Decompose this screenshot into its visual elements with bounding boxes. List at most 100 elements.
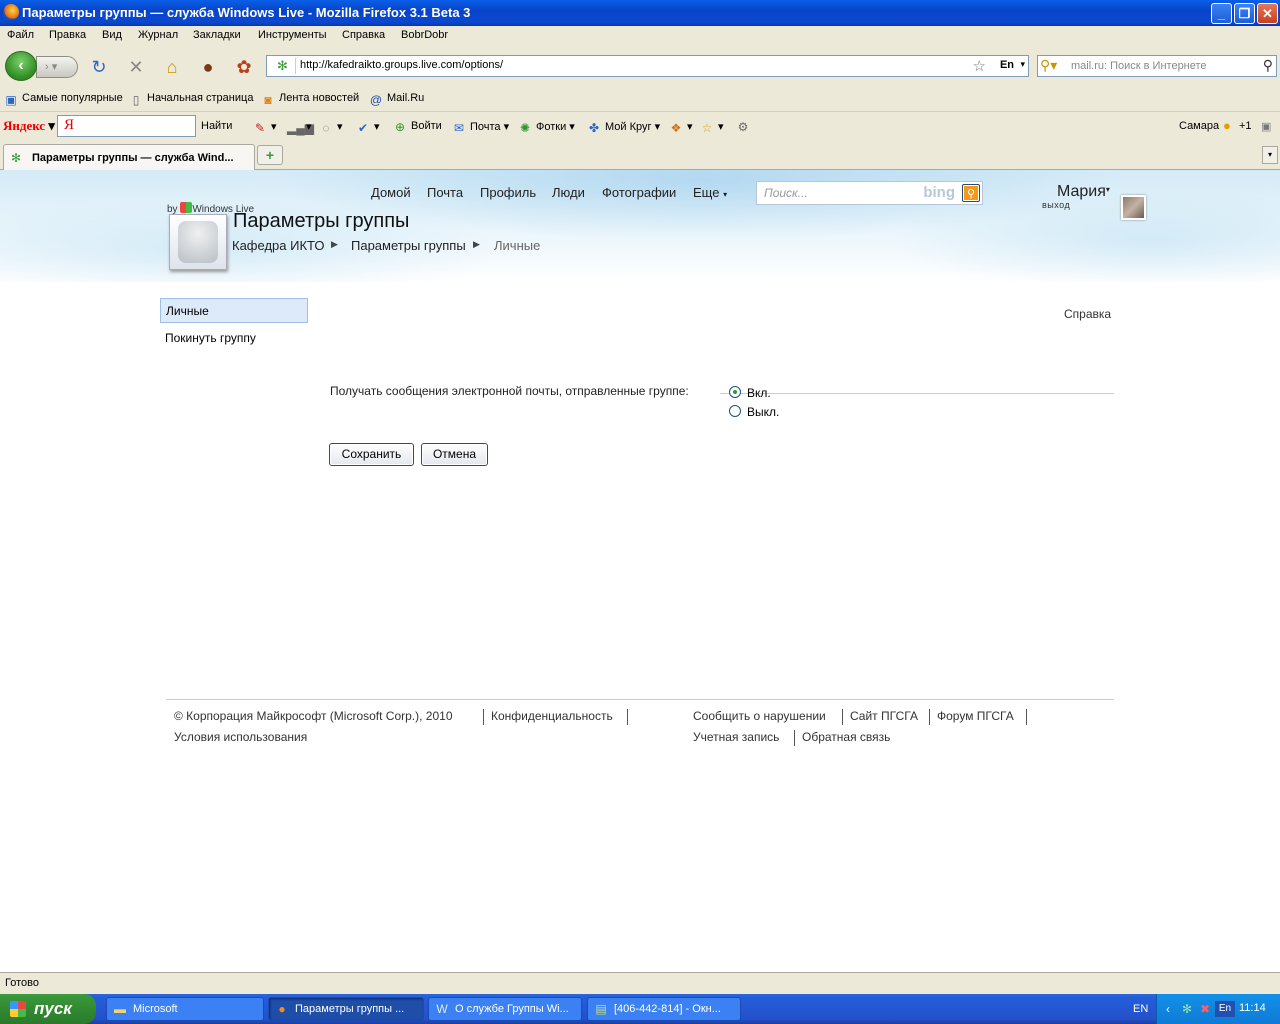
menu-help[interactable]: Справка bbox=[342, 29, 385, 41]
nav-photos[interactable]: Фотографии bbox=[602, 185, 676, 200]
favorites-star-icon[interactable]: ☆ ▾ bbox=[699, 120, 724, 135]
paw-icon[interactable]: ✿ bbox=[233, 56, 255, 78]
search-engine-icon[interactable]: ⚲▾ bbox=[1040, 57, 1068, 75]
input-language-indicator[interactable]: EN bbox=[1133, 1003, 1148, 1015]
yandex-find-button[interactable]: Найти bbox=[201, 120, 232, 132]
bookmark-news-feed[interactable]: ◙ Лента новостей bbox=[261, 92, 359, 107]
bookmark-star-icon[interactable]: ☆ bbox=[973, 57, 986, 75]
settings-gear-icon[interactable]: ⚙ bbox=[735, 120, 754, 134]
url-bar[interactable]: ✻ http://kafedraikto.groups.live.com/opt… bbox=[266, 55, 1029, 77]
mail-label: Почта bbox=[470, 121, 501, 133]
footer-privacy-link[interactable]: Конфиденциальность bbox=[491, 709, 613, 723]
yandex-signal-icon[interactable]: ▂▄▆▾ bbox=[287, 120, 314, 135]
taskbar-item-remote[interactable]: ▤ [406-442-814] - Окн... bbox=[587, 997, 741, 1021]
tab-list-button[interactable]: ▾ bbox=[1262, 146, 1278, 164]
taskbar-item-word[interactable]: W О службе Группы Wi... bbox=[428, 997, 582, 1021]
windows-taskbar: пуск ▬ Microsoft ● Параметры группы ... … bbox=[0, 994, 1280, 1024]
minimize-button[interactable]: _ bbox=[1211, 3, 1232, 24]
nav-profile[interactable]: Профиль bbox=[480, 185, 536, 200]
bookmark-start-page[interactable]: ▯ Начальная страница bbox=[129, 92, 254, 107]
logout-link[interactable]: выход bbox=[1042, 200, 1070, 210]
new-tab-button[interactable]: + bbox=[257, 145, 283, 165]
footer-site-link[interactable]: Сайт ПГСГА bbox=[850, 709, 918, 723]
maximize-button[interactable]: ❐ bbox=[1234, 3, 1255, 24]
tray-expand-icon[interactable]: ‹ bbox=[1160, 1001, 1176, 1017]
email-off-label[interactable]: Выкл. bbox=[747, 405, 779, 419]
taskbar-item-firefox[interactable]: ● Параметры группы ... bbox=[268, 997, 424, 1021]
site-search-button[interactable]: ⚲ bbox=[962, 184, 980, 202]
forward-button[interactable]: › ▾ bbox=[36, 56, 78, 78]
yandex-mail-button[interactable]: ✉ Почта ▾ bbox=[451, 120, 509, 135]
yandex-photos-button[interactable]: ✺ Фотки ▾ bbox=[517, 120, 575, 135]
weather-city[interactable]: Самара bbox=[1179, 120, 1219, 132]
breadcrumb-group[interactable]: Кафедра ИКТО bbox=[232, 238, 325, 253]
footer-feedback-link[interactable]: Обратная связь bbox=[802, 730, 890, 744]
yandex-login-button[interactable]: ⊕ Войти bbox=[392, 120, 442, 134]
menu-tools[interactable]: Инструменты bbox=[258, 29, 327, 41]
footer-separator bbox=[1026, 709, 1027, 725]
nav-more[interactable]: Еще ▾ bbox=[693, 185, 727, 200]
user-menu[interactable]: Мария▾ bbox=[1057, 183, 1110, 201]
site-identity-icon[interactable]: ✻ bbox=[270, 58, 296, 74]
sidebar-item-leave-group[interactable]: Покинуть группу bbox=[165, 331, 256, 345]
antivirus-icon[interactable]: ✖ bbox=[1197, 1001, 1213, 1017]
yandex-circle-button[interactable]: ✤ Мой Круг ▾ bbox=[586, 120, 660, 135]
footer-terms-link[interactable]: Условия использования bbox=[174, 730, 307, 744]
breadcrumb-settings[interactable]: Параметры группы bbox=[351, 238, 466, 253]
url-dropdown-icon[interactable]: ▾ bbox=[1020, 59, 1025, 70]
bookmark-most-visited[interactable]: ▣ Самые популярные bbox=[4, 92, 122, 107]
network-icon[interactable]: ✻ bbox=[1179, 1001, 1195, 1017]
menu-file[interactable]: Файл bbox=[7, 29, 34, 41]
avatar[interactable] bbox=[1121, 195, 1146, 220]
tab-group-settings[interactable]: ✻ Параметры группы — служба Wind... bbox=[3, 144, 255, 170]
yandex-search-input[interactable]: Я bbox=[57, 115, 196, 137]
start-button[interactable]: пуск bbox=[0, 994, 96, 1024]
search-bar[interactable]: ⚲▾ mail.ru: Поиск в Интернете ⚲ bbox=[1037, 55, 1277, 77]
menu-bookmarks[interactable]: Закладки bbox=[193, 29, 241, 41]
nav-mail[interactable]: Почта bbox=[427, 185, 463, 200]
keyboard-layout-icon[interactable]: En bbox=[1215, 1001, 1235, 1017]
photos-label: Фотки bbox=[536, 121, 567, 133]
home-icon[interactable]: ⌂ bbox=[161, 56, 183, 78]
menu-bobrdobr[interactable]: BobrDobr bbox=[401, 29, 448, 41]
spellcheck-icon[interactable]: ✔ ▾ bbox=[355, 120, 380, 135]
nav-people[interactable]: Люди bbox=[552, 185, 585, 200]
yandex-marker-icon[interactable]: ✎ ▾ bbox=[252, 120, 277, 135]
bing-logo: bing bbox=[923, 184, 955, 201]
email-off-radio[interactable] bbox=[729, 405, 741, 417]
yandex-comment-icon[interactable]: ◌ ▾ bbox=[318, 120, 342, 135]
yandex-logo[interactable]: Яндекс ▾ bbox=[3, 118, 55, 134]
cancel-button[interactable]: Отмена bbox=[421, 443, 488, 466]
bobrdobr-icon[interactable]: ● bbox=[197, 56, 219, 78]
yandex-toolbar: Яндекс ▾ Я Найти ✎ ▾ ▂▄▆▾ ◌ ▾ ✔ ▾ ⊕ Войти ✉ П… bbox=[0, 111, 1280, 140]
menu-history[interactable]: Журнал bbox=[138, 29, 178, 41]
url-text[interactable]: http://kafedraikto.groups.live.com/optio… bbox=[300, 59, 503, 71]
search-input[interactable]: mail.ru: Поиск в Интернете bbox=[1071, 60, 1207, 72]
page-icon: ▯ bbox=[132, 93, 140, 107]
menu-view[interactable]: Вид bbox=[102, 29, 122, 41]
menu-edit[interactable]: Правка bbox=[49, 29, 86, 41]
taskbar-item-microsoft[interactable]: ▬ Microsoft bbox=[106, 997, 264, 1021]
taskbar-item-label: Microsoft bbox=[133, 1003, 178, 1015]
word-document-icon: W bbox=[436, 1002, 448, 1016]
footer-account-link[interactable]: Учетная запись bbox=[693, 730, 779, 744]
reload-icon[interactable]: ↻ bbox=[88, 56, 110, 78]
close-button[interactable]: ✕ bbox=[1257, 3, 1278, 24]
footer-forum-link[interactable]: Форум ПГСГА bbox=[937, 709, 1014, 723]
nav-home[interactable]: Домой bbox=[371, 185, 411, 200]
photos-icon: ✺ bbox=[519, 121, 531, 135]
email-on-label[interactable]: Вкл. bbox=[747, 386, 771, 400]
stop-icon[interactable]: ✕ bbox=[125, 56, 147, 78]
toolbar-overflow-icon[interactable]: ▣ bbox=[1261, 120, 1271, 133]
site-search-box[interactable]: Поиск... bing ⚲ bbox=[756, 181, 983, 205]
help-link[interactable]: Справка bbox=[1064, 307, 1111, 321]
sidebar-item-personal[interactable]: Личные bbox=[160, 298, 308, 323]
bookmark-mailru[interactable]: @ Mail.Ru bbox=[369, 92, 424, 107]
footer-report-link[interactable]: Сообщить о нарушении bbox=[693, 709, 826, 723]
search-go-icon[interactable]: ⚲ bbox=[1263, 57, 1273, 74]
save-button[interactable]: Сохранить bbox=[329, 443, 414, 466]
email-on-radio[interactable] bbox=[729, 386, 741, 398]
site-search-input[interactable]: Поиск... bbox=[764, 186, 808, 200]
yandex-extra-icon[interactable]: ❖ ▾ bbox=[668, 120, 693, 135]
back-button[interactable]: ‹ bbox=[5, 51, 37, 81]
